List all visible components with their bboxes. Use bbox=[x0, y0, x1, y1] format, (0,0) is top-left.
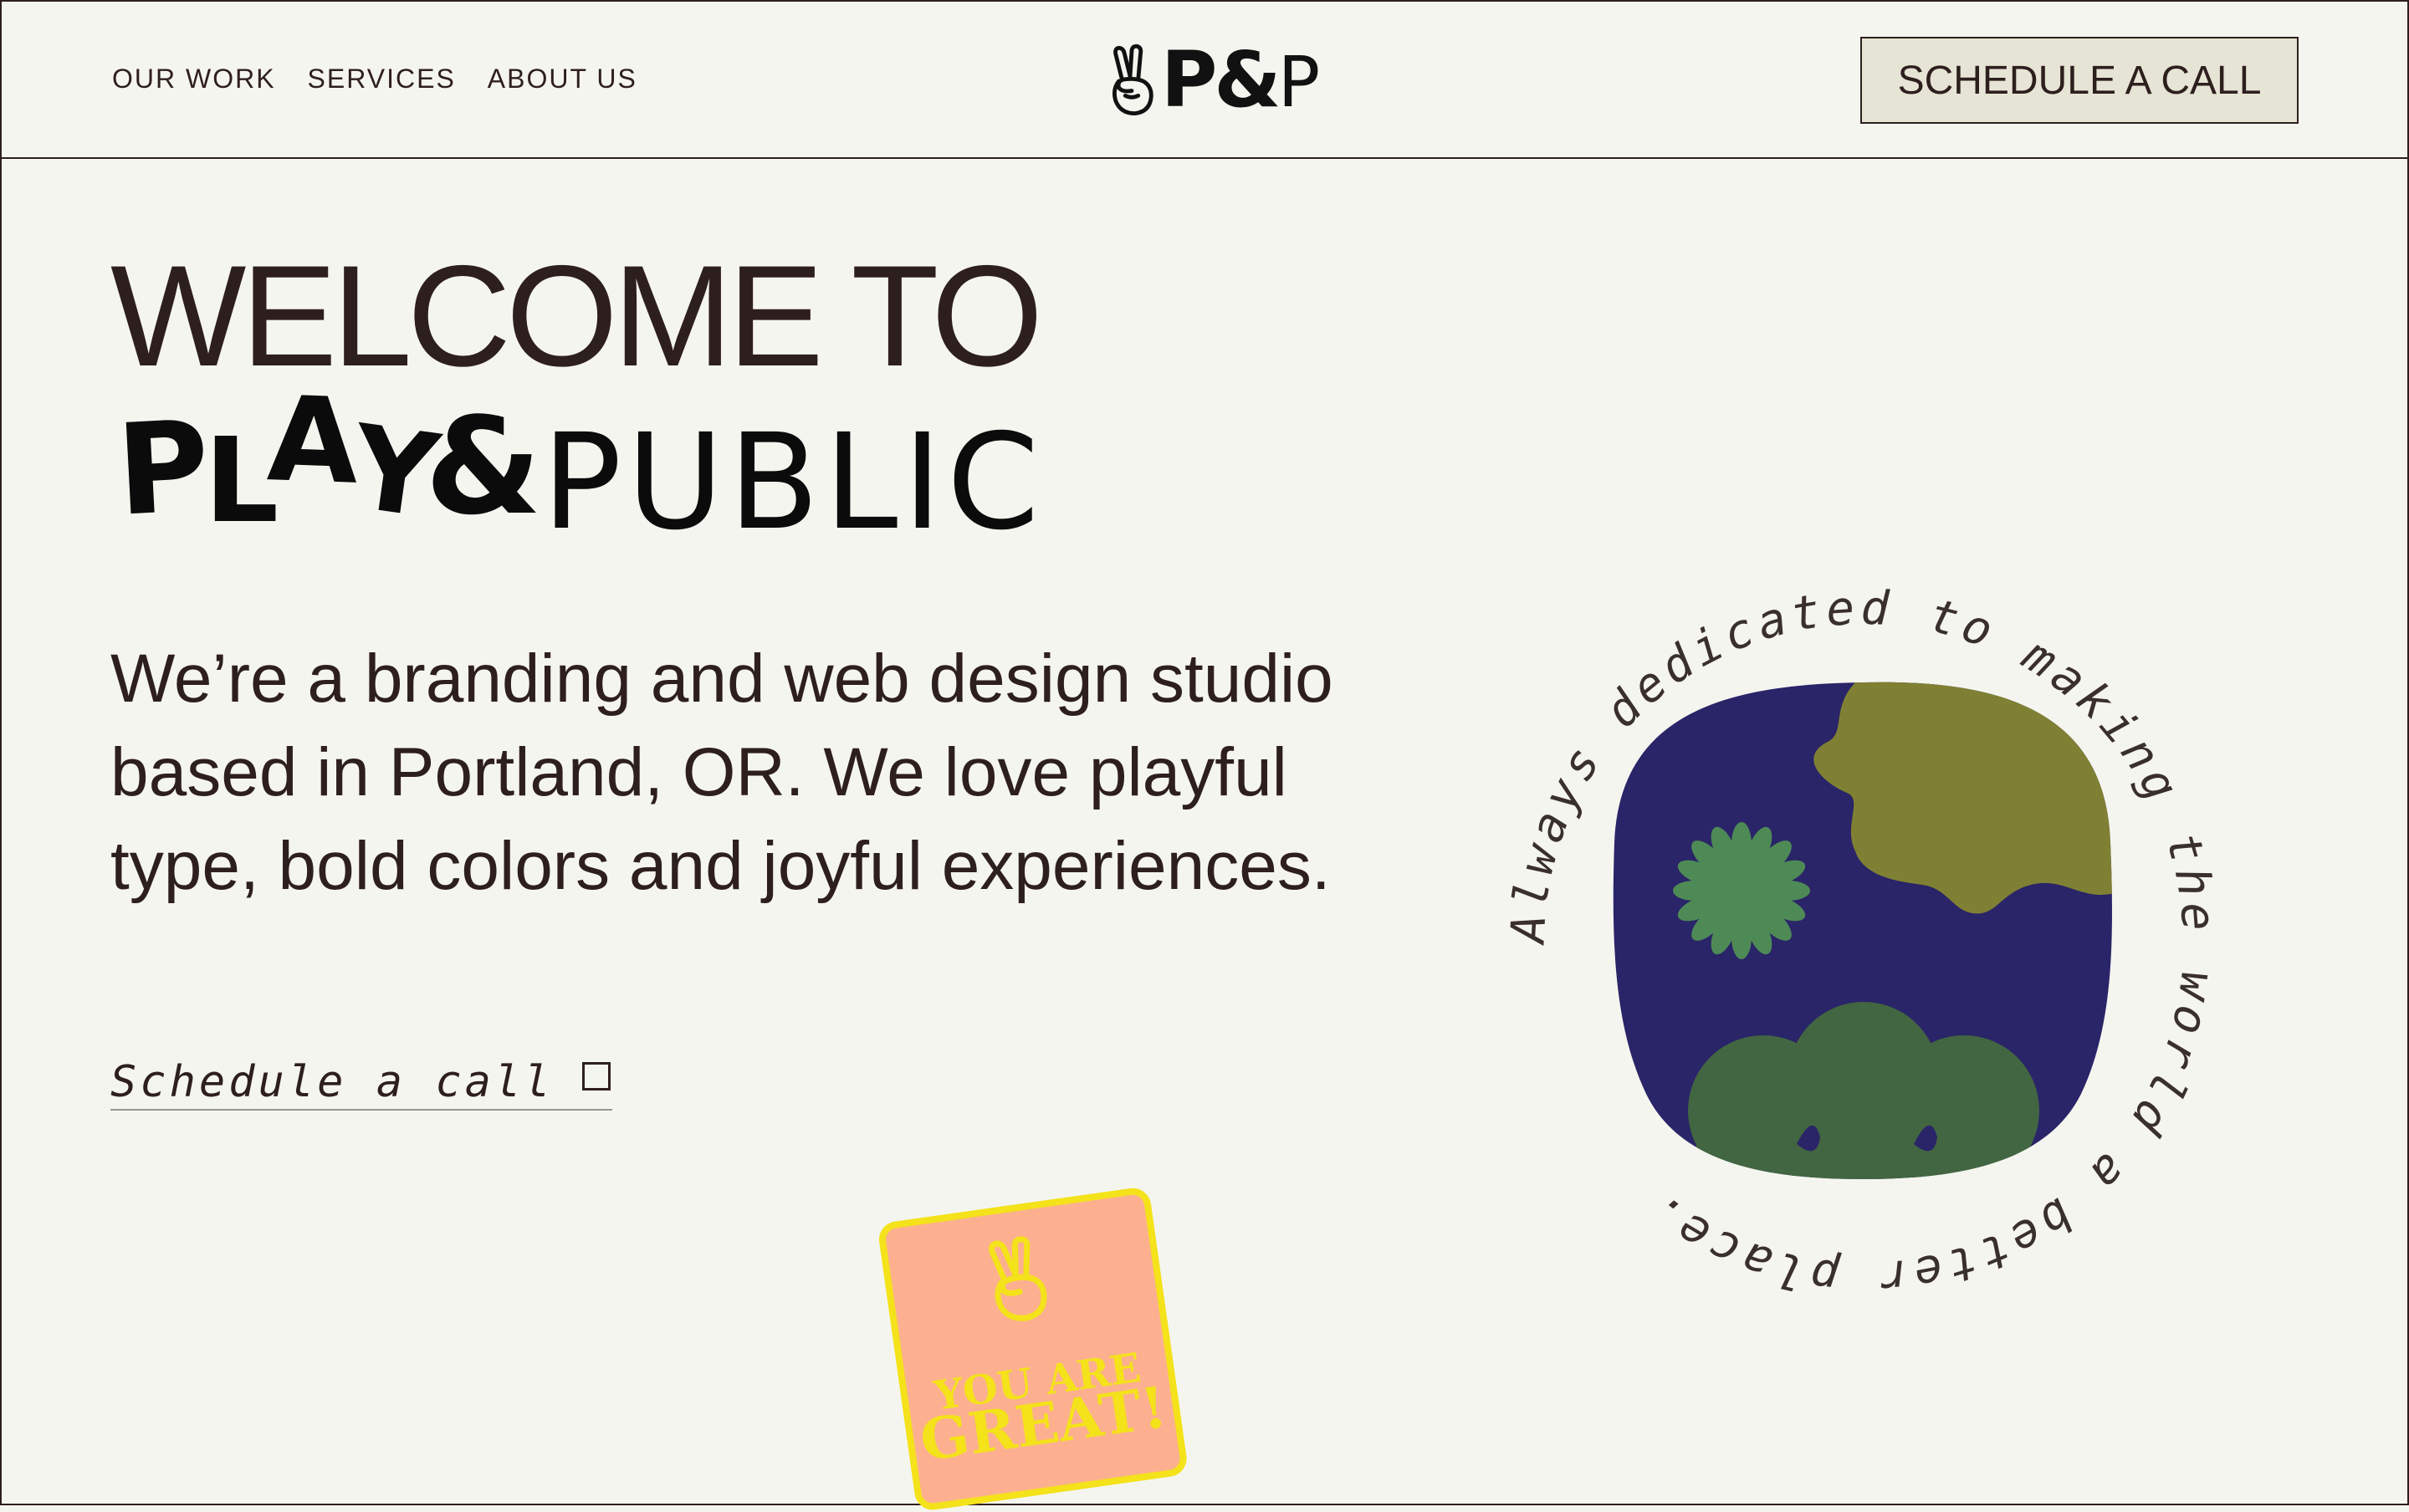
schedule-call-link[interactable]: Schedule a call bbox=[110, 1055, 612, 1111]
nav-services[interactable]: SERVICES bbox=[308, 64, 456, 94]
schedule-call-button[interactable]: SCHEDULE A CALL bbox=[1860, 37, 2299, 124]
globe-shape bbox=[1613, 682, 2112, 1180]
peace-hand-icon bbox=[1112, 43, 1153, 116]
public-word: PUBLIC bbox=[542, 406, 1045, 559]
flower-icon bbox=[1673, 822, 1810, 959]
nav-our-work[interactable]: OUR WORK bbox=[112, 64, 276, 94]
nav-about-us[interactable]: ABOUT US bbox=[488, 64, 637, 94]
site-header: OUR WORK SERVICES ABOUT US P&P SCHEDULE … bbox=[2, 2, 2407, 159]
logo-wordmark: P&P bbox=[1161, 42, 1320, 119]
play-letter-p: P bbox=[113, 394, 213, 544]
logo-text-end: P bbox=[1277, 41, 1321, 123]
intro-paragraph: We’re a branding and web design studio b… bbox=[110, 641, 1333, 904]
globe-badge: Always dedicated to making the world a b… bbox=[1501, 581, 2221, 1306]
logo-text-main: P& bbox=[1161, 35, 1281, 125]
square-icon bbox=[582, 1062, 611, 1091]
play-letter-a: A bbox=[265, 371, 361, 511]
you-are-great-sticker: YOU ARE GREAT! bbox=[879, 1188, 1187, 1510]
main-nav: OUR WORK SERVICES ABOUT US bbox=[112, 64, 637, 94]
site-logo[interactable]: P&P bbox=[1107, 38, 1320, 122]
play-letter-ampersand: & bbox=[425, 388, 542, 544]
schedule-link-label: Schedule a call bbox=[110, 1057, 554, 1107]
hero-title-line1: WELCOME TO bbox=[110, 236, 1043, 396]
